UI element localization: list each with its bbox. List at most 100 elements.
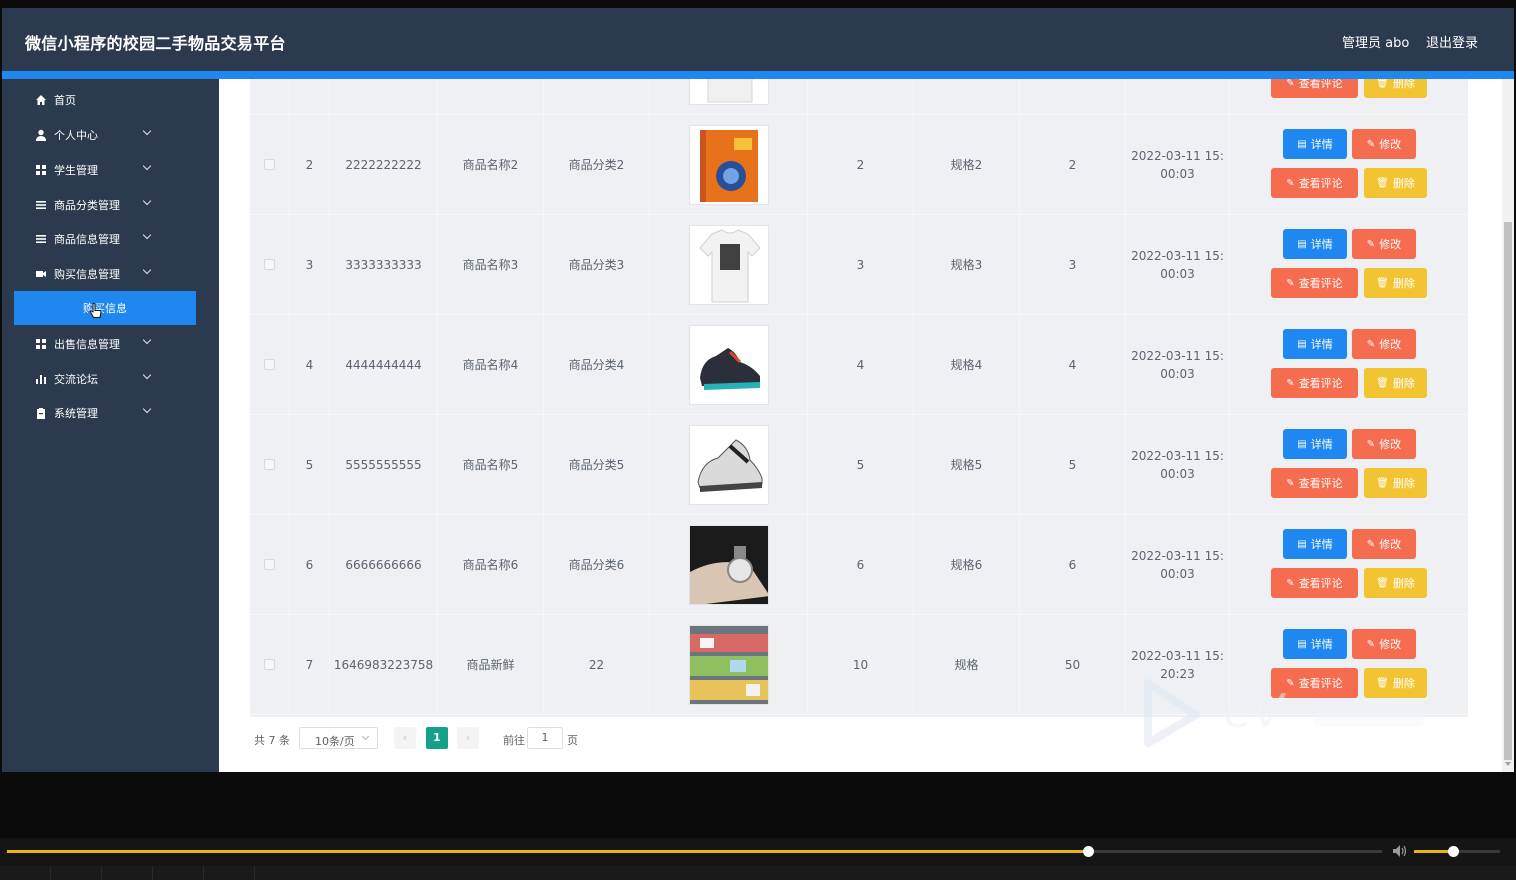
row-checkbox[interactable] — [264, 659, 275, 670]
detail-button[interactable]: ▤ 详情 — [1283, 429, 1347, 459]
comments-button[interactable]: ✎ 查看评论 — [1271, 568, 1358, 598]
sidebar-item-label: 系统管理 — [54, 407, 98, 420]
pencil-icon: ✎ — [1286, 177, 1295, 189]
idx-cell: 3 — [290, 215, 330, 314]
name-value: 商品名称4 — [462, 358, 519, 372]
comments-button[interactable]: ✎ 查看评论 — [1271, 368, 1358, 398]
count-value: 3 — [1068, 257, 1077, 272]
sidebar-item-categories[interactable]: 商品分类管理 — [14, 189, 196, 221]
control-slot[interactable] — [204, 866, 255, 880]
edit-button[interactable]: ✎ 修改 — [1352, 229, 1416, 259]
scrollbar-thumb[interactable] — [1504, 222, 1512, 760]
seek-bar[interactable] — [7, 850, 1382, 853]
delete-button[interactable]: 🗑 删除 — [1364, 368, 1427, 398]
sidebar-item-products[interactable]: 商品信息管理 — [14, 223, 196, 255]
spec-value: 规格4 — [950, 358, 983, 372]
row-checkbox[interactable] — [264, 459, 275, 470]
qty-value: 5 — [856, 457, 865, 472]
delete-button[interactable]: 🗑 删除 — [1364, 568, 1427, 598]
goto-input[interactable]: 1 — [527, 727, 563, 749]
sidebar-item-home[interactable]: 首页 — [14, 84, 196, 116]
edit-button[interactable]: ✎ 修改 — [1352, 329, 1416, 359]
logout-link[interactable]: 退出登录 — [1426, 32, 1478, 51]
control-slot[interactable] — [102, 866, 153, 880]
sidebar-item-personal-center[interactable]: 个人中心 — [14, 119, 196, 151]
name-cell: 商品名称6 — [438, 515, 544, 614]
chevron-down-icon — [142, 196, 152, 206]
trash-icon: 🗑 — [1376, 177, 1389, 189]
sidebar-item-students[interactable]: 学生管理 — [14, 154, 196, 186]
code-value: 2222222222 — [345, 157, 422, 172]
trash-icon: 🗑 — [1376, 277, 1389, 289]
control-slot[interactable] — [51, 866, 102, 880]
row-checkbox[interactable] — [264, 359, 275, 370]
spec-value: 规格 — [954, 658, 979, 672]
product-image — [688, 124, 769, 205]
edit-button[interactable]: ✎ 修改 — [1352, 429, 1416, 459]
sidebar-item-forum[interactable]: 交流论坛 — [14, 363, 196, 395]
detail-button[interactable]: ▤ 详情 — [1283, 129, 1347, 159]
page-size-select[interactable]: 10条/页 — [299, 727, 378, 749]
comments-button-label: 查看评论 — [1298, 277, 1343, 290]
pencil-icon: ✎ — [1366, 438, 1376, 450]
qty-cell: 10 — [808, 615, 914, 714]
spec-value: 规格2 — [950, 158, 983, 172]
header-accent-bar — [2, 71, 1514, 79]
next-page-button[interactable]: › — [457, 727, 479, 749]
row-select-cell — [250, 315, 290, 414]
grid-icon — [34, 337, 48, 351]
row-select-cell — [250, 515, 290, 614]
video-icon — [34, 267, 48, 281]
sidebar-item-system[interactable]: 系统管理 — [14, 397, 196, 429]
edit-button[interactable]: ✎ 修改 — [1352, 129, 1416, 159]
sidebar-item-label: 出售信息管理 — [54, 338, 120, 351]
control-slot[interactable] — [0, 866, 51, 880]
pencil-icon: ✎ — [1286, 277, 1295, 289]
code-cell: 6666666666 — [330, 515, 438, 614]
scroll-down-icon[interactable] — [1505, 762, 1511, 766]
operations-cell: ▤详情✎修改✎查看评论🗑删除 — [1230, 215, 1468, 314]
category-cell: 商品分类4 — [544, 315, 650, 414]
delete-button[interactable]: 🗑 删除 — [1364, 468, 1427, 498]
product-image-cell — [650, 615, 808, 714]
sidebar-subitem-purchase-info[interactable]: 购买信息 — [14, 291, 196, 325]
delete-button[interactable]: 🗑 删除 — [1364, 268, 1427, 298]
page-1-button[interactable]: 1 — [426, 727, 448, 749]
time-clock: 00:03 — [1160, 366, 1195, 381]
detail-button[interactable]: ▤ 详情 — [1283, 229, 1347, 259]
edit-button[interactable]: ✎ 修改 — [1352, 629, 1416, 659]
pencil-icon: ✎ — [1286, 79, 1295, 89]
edit-button[interactable]: ✎ 修改 — [1352, 529, 1416, 559]
control-slot[interactable] — [153, 866, 204, 880]
prev-page-button[interactable]: ‹ — [394, 727, 416, 749]
vertical-scrollbar[interactable] — [1502, 79, 1514, 772]
sidebar-item-label: 学生管理 — [54, 164, 98, 177]
row-checkbox[interactable] — [264, 159, 275, 170]
detail-button[interactable]: ▤ 详情 — [1283, 329, 1347, 359]
seek-handle[interactable] — [1083, 846, 1094, 857]
delete-button[interactable]: 🗑 删除 — [1364, 79, 1427, 98]
page-size-value: 10条/页 — [315, 735, 355, 748]
comments-button[interactable]: ✎ 查看评论 — [1271, 268, 1358, 298]
spec-cell — [914, 79, 1020, 114]
detail-button[interactable]: ▤ 详情 — [1283, 529, 1347, 559]
trash-icon: 🗑 — [1376, 377, 1389, 389]
chevron-down-icon — [142, 335, 152, 345]
edit-button-label: 修改 — [1379, 338, 1402, 351]
row-checkbox[interactable] — [264, 559, 275, 570]
comments-button[interactable]: ✎ 查看评论 — [1271, 79, 1358, 98]
delete-button[interactable]: 🗑 删除 — [1364, 168, 1427, 198]
sidebar-item-purchases[interactable]: 购买信息管理 — [14, 258, 196, 290]
comments-button[interactable]: ✎ 查看评论 — [1271, 468, 1358, 498]
detail-button[interactable]: ▤ 详情 — [1283, 629, 1347, 659]
current-user: 管理员 abo — [1342, 36, 1410, 51]
comments-button[interactable]: ✎ 查看评论 — [1271, 168, 1358, 198]
name-cell: 商品名称3 — [438, 215, 544, 314]
detail-button-label: 详情 — [1310, 638, 1333, 651]
volume-icon[interactable] — [1392, 844, 1408, 858]
qty-value: 4 — [856, 357, 865, 372]
sidebar-item-sales[interactable]: 出售信息管理 — [14, 328, 196, 360]
row-checkbox[interactable] — [264, 259, 275, 270]
volume-handle[interactable] — [1448, 846, 1459, 857]
pencil-icon: ✎ — [1366, 338, 1376, 350]
